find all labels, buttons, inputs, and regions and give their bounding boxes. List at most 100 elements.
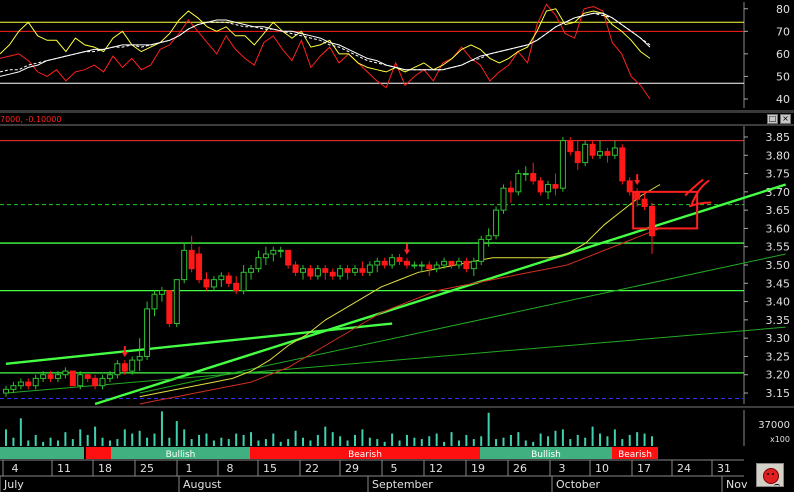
volume-bar: [160, 411, 163, 446]
candle-body: [366, 264, 373, 273]
price-panel: 3.853.803.753.703.653.603.553.503.453.40…: [0, 110, 794, 406]
volume-bar: [220, 437, 223, 446]
oscillator-panel: 80 70 60 50 40: [0, 2, 790, 108]
volume-bar: [49, 437, 52, 446]
candle-body: [151, 293, 158, 310]
signal-segment: [86, 447, 111, 459]
candle-body: [552, 184, 559, 189]
candle-body: [597, 151, 604, 156]
volume-tick-label: 37000: [758, 420, 790, 431]
candle-body: [248, 268, 255, 273]
candle-body: [374, 260, 381, 266]
candle-body: [262, 253, 269, 259]
volume-bar: [146, 437, 149, 446]
volume-bar: [405, 434, 408, 446]
candle-body: [40, 374, 47, 379]
trend-line: [5, 322, 393, 365]
candle-body: [17, 381, 24, 387]
candle-body: [144, 308, 151, 357]
candle-body: [240, 271, 247, 292]
volume-bar: [391, 433, 394, 446]
volume-bar: [487, 412, 490, 446]
volume-bar: [153, 433, 156, 446]
candle-body: [478, 238, 485, 262]
volume-bar: [131, 433, 134, 446]
date-axis: 4 11 18 25 1 8 15 22 29 5 12 19 26 3 10 17 24 31July Augus…: [0, 459, 748, 492]
volume-bar: [502, 437, 505, 446]
volume-bar: [190, 439, 193, 446]
oscillator-series-line: [0, 3, 651, 100]
candle-body: [463, 260, 470, 270]
volume-bar: [368, 437, 371, 446]
date-axis-day-label: 25: [140, 462, 154, 475]
volume-bar: [443, 441, 446, 446]
candle-body: [69, 370, 76, 387]
candle-body: [589, 143, 596, 156]
volume-bar: [205, 433, 208, 446]
date-axis-month-label: July: [3, 478, 24, 491]
candle-body: [530, 173, 537, 182]
candle-body: [47, 374, 54, 379]
candle-body: [285, 249, 292, 266]
date-axis-day-label: 15: [263, 462, 277, 475]
volume-bar: [183, 429, 186, 446]
indicator-header-label: 7000, -0.10000: [0, 115, 62, 124]
volume-bar: [547, 436, 550, 446]
volume-bar: [235, 433, 238, 446]
volume-bar: [250, 432, 253, 446]
candle-body: [292, 264, 299, 273]
candle-body: [582, 143, 589, 164]
volume-bar: [42, 441, 45, 446]
candle-body: [441, 260, 448, 266]
volume-bar: [480, 436, 483, 446]
volume-bar: [524, 440, 527, 446]
signal-segment-label: Bearish: [348, 450, 382, 460]
volume-bar: [569, 439, 572, 446]
price-tick-label: 3.25: [766, 350, 791, 363]
trend-line: [94, 183, 787, 406]
oscillator-tick-label: 60: [776, 48, 790, 61]
volume-bar: [175, 421, 178, 446]
oscillator-tick-label: 70: [776, 25, 790, 38]
candle-body: [626, 180, 633, 193]
date-axis-day-label: 17: [637, 462, 651, 475]
candle-body: [225, 275, 232, 284]
signal-segment-label: Bullish: [531, 450, 561, 460]
close-button[interactable]: ×: [780, 114, 791, 124]
volume-bar: [71, 439, 74, 446]
restore-button[interactable]: □: [767, 114, 778, 124]
volume-bar: [457, 440, 460, 446]
date-axis-day-label: 11: [57, 462, 71, 475]
panel-divider: [0, 110, 794, 113]
candle-body: [84, 374, 91, 379]
candle-body: [277, 249, 284, 252]
sentiment-button[interactable]: [756, 463, 784, 487]
candle-body: [522, 173, 529, 176]
volume-bar: [272, 433, 275, 446]
candle-body: [426, 264, 433, 270]
volume-bar: [123, 429, 126, 446]
volume-bar: [34, 434, 37, 446]
date-axis-day-label: 19: [471, 462, 485, 475]
volume-bar: [450, 432, 453, 446]
volume-bar: [591, 426, 594, 446]
volume-bar: [599, 433, 602, 446]
volume-bar: [539, 433, 542, 446]
volume-bar: [554, 430, 557, 446]
candle-body: [270, 249, 277, 255]
signal-segment-label: Bearish: [618, 450, 652, 460]
candle-body: [403, 260, 410, 266]
candle-body: [92, 377, 99, 387]
candle-body: [307, 268, 314, 277]
candle-body: [455, 260, 462, 266]
candle-body: [574, 151, 581, 164]
volume-bar: [94, 426, 97, 446]
volume-bar: [86, 434, 89, 446]
volume-bar: [584, 437, 587, 446]
volume-unit-label: x100: [770, 435, 790, 444]
candle-body: [470, 260, 477, 270]
candle-body: [344, 268, 351, 273]
volume-bar: [465, 434, 468, 446]
volume-bar: [606, 436, 609, 446]
price-tick-label: 3.35: [766, 314, 791, 327]
